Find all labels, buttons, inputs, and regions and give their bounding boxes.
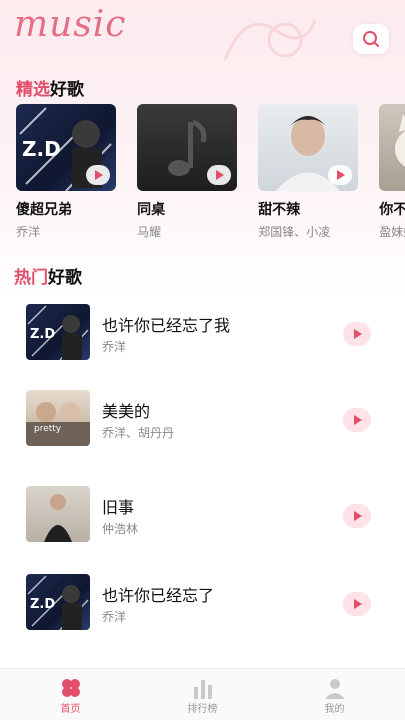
album-cover-cat <box>379 104 405 191</box>
hot-section-title: 热门好歌 <box>14 263 82 288</box>
featured-card[interactable]: Z.D 傻超兄弟 乔洋 <box>16 104 116 240</box>
album-cover-portrait <box>258 104 359 191</box>
search-button[interactable] <box>353 24 389 54</box>
hot-title-accent: 热门 <box>14 268 48 288</box>
song-artist: 乔洋 <box>102 610 127 624</box>
song-title: 美美的 <box>102 402 151 421</box>
tab-label: 我的 <box>324 704 345 715</box>
song-title: 旧事 <box>102 498 135 517</box>
tab-home[interactable]: 首页 <box>3 669 138 720</box>
search-icon <box>363 31 379 47</box>
album-cover-portrait <box>26 486 90 542</box>
app-logo: music <box>14 4 127 45</box>
cat-art <box>395 114 405 167</box>
featured-card-artist: 郑国锋、小凌 <box>258 225 331 239</box>
song-row[interactable]: Z.D 也许你已经忘了我 乔洋 <box>0 304 405 394</box>
hot-title-rest: 好歌 <box>48 268 82 288</box>
play-icon[interactable] <box>343 504 371 528</box>
chart-bars-icon <box>194 680 212 699</box>
album-art: Z.D <box>27 575 89 630</box>
song-artist: 乔洋、胡丹丹 <box>102 426 175 440</box>
tab-mine[interactable]: 我的 <box>267 669 402 720</box>
featured-title-rest: 好歌 <box>50 80 84 100</box>
album-art <box>44 494 72 542</box>
featured-card-artist: 乔洋 <box>16 225 41 239</box>
tab-label: 首页 <box>60 704 81 715</box>
featured-title-accent: 精选 <box>16 80 50 100</box>
album-art <box>26 402 90 446</box>
featured-card[interactable]: 甜不辣 郑国锋、小凌 <box>258 104 359 240</box>
bottom-tab-bar: 首页 排行榜 我的 <box>0 668 405 720</box>
featured-card-artist: 盈妹妹 <box>379 225 405 239</box>
play-icon[interactable] <box>343 408 371 432</box>
svg-text:Z.D: Z.D <box>30 327 55 342</box>
music-note-placeholder <box>137 104 238 191</box>
song-artist: 乔洋 <box>102 340 127 354</box>
album-cover-zd: Z.D <box>16 104 116 191</box>
song-title: 也许你已经忘了我 <box>102 316 231 335</box>
user-icon <box>325 679 345 699</box>
svg-text:Z.D: Z.D <box>30 597 55 612</box>
album-art: Z.D <box>27 305 89 360</box>
song-title: 也许你已经忘了 <box>102 586 215 605</box>
play-icon[interactable] <box>343 592 371 616</box>
featured-section-title: 精选好歌 <box>16 75 84 100</box>
featured-card[interactable]: 你不知 盈妹妹 <box>379 104 405 240</box>
featured-carousel[interactable]: Z.D 傻超兄弟 乔洋 同桌 马耀 甜不辣 郑国锋、小凌 你不 盈妹 <box>16 104 405 244</box>
featured-card-title: 甜不辣 <box>258 202 301 218</box>
play-icon[interactable] <box>86 165 110 185</box>
album-cover-zd: Z.D <box>26 574 90 630</box>
decorative-doodle-icon <box>223 19 317 61</box>
featured-card-title: 你不知 <box>379 202 405 218</box>
cover-caption: pretty <box>34 424 62 434</box>
featured-card-artist: 马耀 <box>137 225 162 239</box>
song-artist: 仲浩林 <box>102 522 139 536</box>
tab-ranking[interactable]: 排行榜 <box>135 669 270 720</box>
tab-label: 排行榜 <box>187 704 218 715</box>
featured-card[interactable]: 同桌 马耀 <box>137 104 238 240</box>
svg-text:Z.D: Z.D <box>22 137 61 161</box>
home-clover-icon <box>62 679 80 697</box>
song-row[interactable]: pretty 美美的 乔洋、胡丹丹 <box>0 390 405 480</box>
song-row[interactable]: 旧事 仲浩林 <box>0 486 405 576</box>
song-row[interactable]: Z.D 也许你已经忘了 乔洋 <box>0 574 405 664</box>
play-icon[interactable] <box>207 165 232 185</box>
app-header: music <box>0 0 405 61</box>
play-icon[interactable] <box>343 322 371 346</box>
play-icon[interactable] <box>328 165 353 185</box>
album-cover-pretty: pretty <box>26 390 90 446</box>
featured-card-title: 同桌 <box>137 202 166 218</box>
featured-card-title: 傻超兄弟 <box>16 202 72 218</box>
album-cover-zd: Z.D <box>26 304 90 360</box>
